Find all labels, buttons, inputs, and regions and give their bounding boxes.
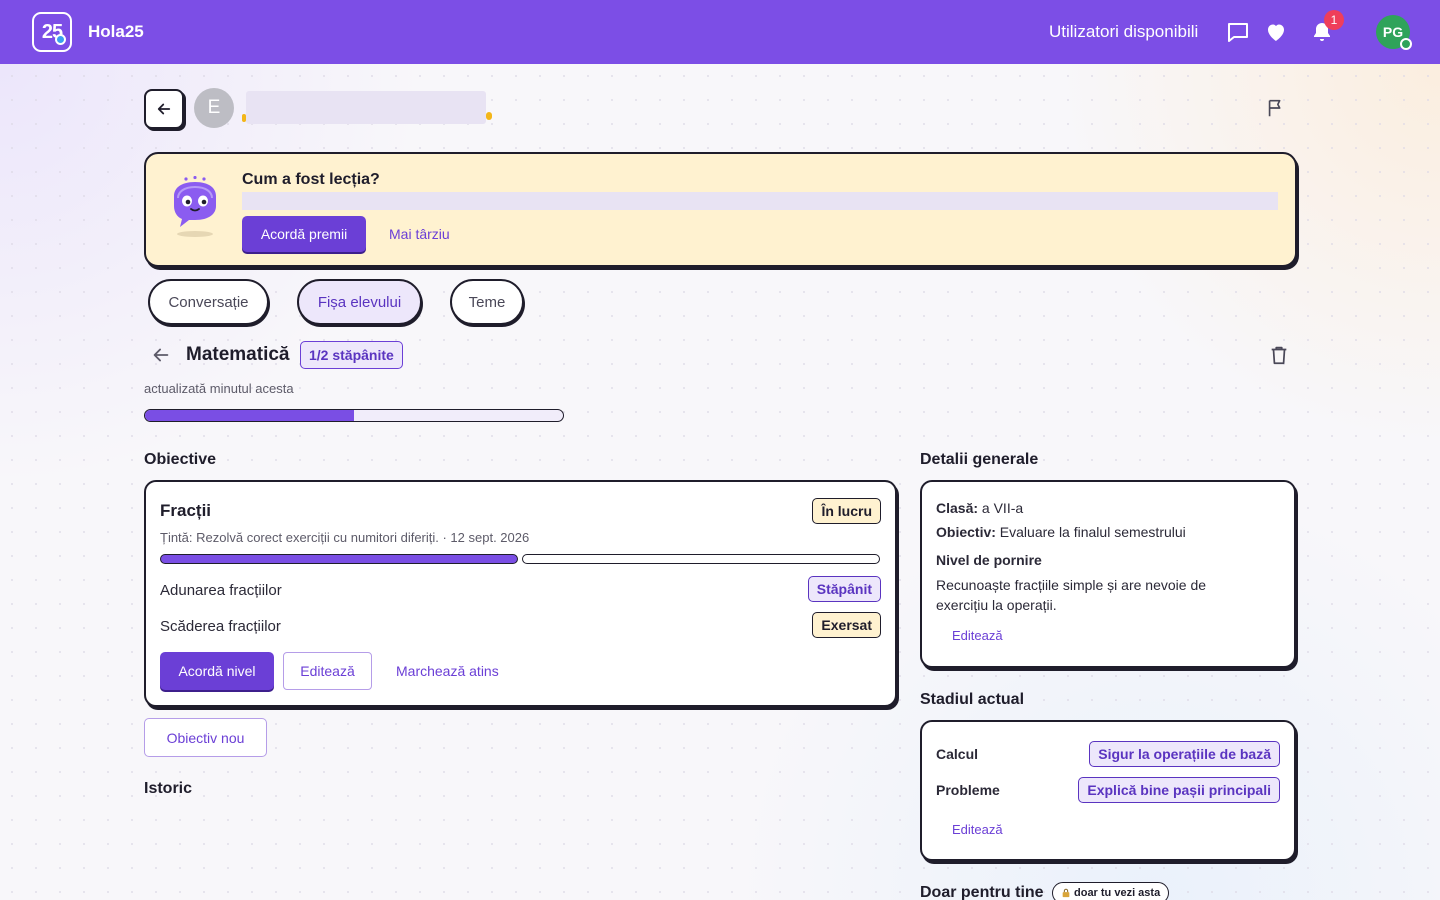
objective-progress-remaining — [522, 554, 880, 564]
skill-label: Scăderea fracțiilor — [160, 618, 281, 635]
app-logo[interactable]: 25 — [32, 12, 72, 52]
edit-details-link[interactable]: Editează — [952, 628, 1003, 643]
award-prizes-button[interactable]: Acordă premii — [242, 216, 366, 252]
tab-student-sheet[interactable]: Fișa elevului — [297, 279, 422, 325]
available-users-link[interactable]: Utilizatori disponibili — [1049, 22, 1198, 42]
objective-value: Evaluare la finalul semestrului — [999, 524, 1186, 540]
logo-dot — [55, 34, 66, 45]
banner-title: Cum a fost lecția? — [242, 171, 380, 188]
objective-row: Obiectiv: Evaluare la finalul semestrulu… — [936, 524, 1186, 540]
notification-badge: 1 — [1324, 10, 1344, 30]
objective-label: Obiectiv: — [936, 524, 996, 540]
details-card: Clasă: a VII-a Obiectiv: Evaluare la fin… — [920, 480, 1296, 668]
objective-title: Fracții — [160, 501, 212, 520]
arrow-left-icon[interactable] — [150, 344, 172, 366]
objective-progress-fill — [160, 554, 518, 564]
stage-label: Calcul — [936, 746, 979, 762]
arrow-left-icon — [157, 103, 171, 115]
details-section-title: Detalii generale — [920, 451, 1039, 468]
banner-text-placeholder — [242, 192, 1278, 210]
mascot-icon — [174, 176, 216, 237]
student-avatar: E — [194, 88, 234, 128]
skill-label: Adunarea fracțiilor — [160, 582, 282, 599]
stage-value-badge: Sigur la operațiile de bază — [1089, 741, 1280, 767]
subject-title: Matematică — [186, 344, 290, 365]
tab-homework[interactable]: Teme — [450, 279, 524, 325]
lock-icon — [1062, 888, 1070, 898]
back-button[interactable] — [144, 89, 184, 129]
subject-progress-bar — [144, 409, 564, 422]
skill-level-badge[interactable]: Stăpânit — [807, 576, 881, 602]
private-section-title: Doar pentru tine — [920, 884, 1044, 900]
current-stage-card: Calcul Sigur la operațiile de bază Probl… — [920, 720, 1296, 861]
student-name-underline — [242, 112, 492, 122]
edit-objective-button[interactable]: Editează — [283, 652, 372, 690]
class-row: Clasă: a VII-a — [936, 500, 1023, 516]
start-level-label: Nivel de pornire — [936, 552, 1042, 568]
brand-name[interactable]: Hola25 — [88, 22, 144, 42]
tab-conversation[interactable]: Conversație — [148, 279, 269, 325]
private-badge-text: doar tu vezi asta — [1074, 887, 1161, 899]
updated-timestamp: actualizată minutul acesta — [144, 381, 294, 396]
lesson-feedback-banner: Cum a fost lecția? Acordă premii Mai târ… — [144, 152, 1297, 267]
user-avatar[interactable]: PG — [1376, 15, 1412, 50]
mastered-count-badge: 1/2 stăpânite — [300, 341, 403, 369]
start-level-value: Recunoaște fracțiile simple și are nevoi… — [936, 577, 1207, 613]
flag-icon[interactable] — [1265, 97, 1287, 119]
class-value: a VII-a — [981, 500, 1024, 516]
online-indicator — [1400, 38, 1412, 50]
avatar-initials: PG — [1382, 24, 1404, 40]
chat-icon[interactable] — [1226, 20, 1250, 44]
objectives-section-title: Obiective — [144, 451, 217, 468]
award-level-button[interactable]: Acordă nivel — [160, 652, 274, 690]
private-badge: doar tu vezi asta — [1052, 882, 1170, 900]
skill-level-badge[interactable]: Exersat — [812, 612, 881, 638]
stage-label: Probleme — [936, 782, 1000, 798]
later-button[interactable]: Mai târziu — [389, 226, 450, 242]
objective-target: Țintă: Rezolvă corect exerciții cu numit… — [160, 530, 530, 545]
heart-icon[interactable] — [1264, 20, 1288, 44]
objective-card: Fracții În lucru Țintă: Rezolvă corect e… — [144, 480, 897, 707]
trash-icon[interactable] — [1268, 344, 1290, 366]
edit-stage-link[interactable]: Editează — [952, 822, 1003, 837]
top-bar: 25 Hola25 Utilizatori disponibili 1 PG — [0, 0, 1440, 64]
objective-status-badge: În lucru — [812, 498, 881, 524]
subject-progress-fill — [145, 410, 354, 421]
current-stage-section-title: Stadiul actual — [920, 691, 1025, 708]
mark-achieved-button[interactable]: Marchează atins — [396, 663, 499, 679]
stage-value-badge: Explică bine pașii principali — [1078, 777, 1280, 803]
new-objective-button[interactable]: Obiectiv nou — [144, 718, 267, 757]
class-label: Clasă: — [936, 500, 979, 516]
history-section-title: Istoric — [144, 780, 193, 797]
